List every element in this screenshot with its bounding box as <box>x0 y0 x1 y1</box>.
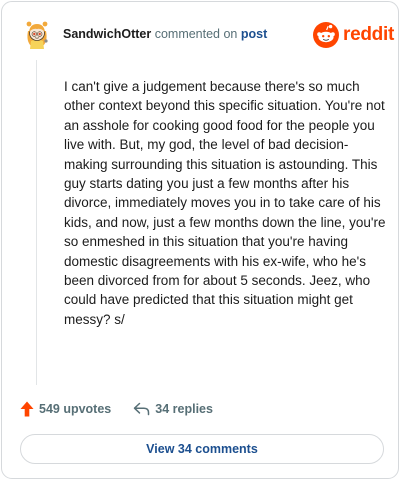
view-comments-button[interactable]: View 34 comments <box>20 434 384 464</box>
commented-on-text: commented on <box>154 27 238 41</box>
post-link[interactable]: post <box>241 27 267 41</box>
comment-body: I can't give a judgement because there's… <box>64 79 386 327</box>
username-link[interactable]: SandwichOtter <box>63 27 151 41</box>
comment-footer: 549 upvotes 34 replies <box>20 398 213 420</box>
comment-header: SandwichOtter commented on post <box>63 27 267 41</box>
upvote-count: 549 upvotes <box>39 402 112 416</box>
thread-line <box>36 60 37 385</box>
replies-button[interactable]: 34 replies <box>133 402 213 416</box>
reply-count: 34 replies <box>155 402 213 416</box>
reply-arrow-icon <box>134 402 150 416</box>
reddit-snoo-icon <box>313 22 339 48</box>
reddit-logo[interactable]: reddit <box>313 22 394 48</box>
comment-card: SandwichOtter commented on post reddit I… <box>1 1 399 479</box>
reddit-wordmark: reddit <box>343 24 394 45</box>
upvote-button[interactable]: 549 upvotes <box>20 401 111 417</box>
upvote-arrow-icon <box>20 401 34 417</box>
user-avatar-icon[interactable] <box>22 19 52 49</box>
